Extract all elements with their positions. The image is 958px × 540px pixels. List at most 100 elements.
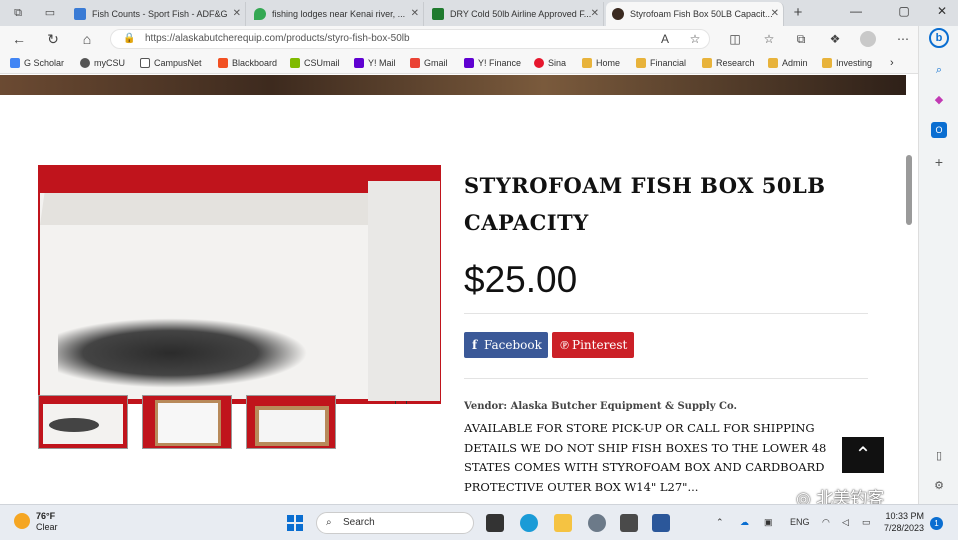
fav-ymail[interactable]: Y! Mail [354,56,396,70]
add-sidebar-app-icon[interactable]: + [931,154,947,170]
start-button[interactable] [287,515,303,531]
fav-campusnet[interactable]: CampusNet [140,56,202,70]
fav-investing-folder[interactable]: Investing [822,56,872,70]
fav-label: Research [716,58,755,68]
split-screen-icon[interactable]: ◫ [726,30,744,48]
fav-mycsu[interactable]: myCSU [80,56,125,70]
vendor-text: Vendor: Alaska Butcher Equipment & Suppl… [464,401,737,412]
workspaces-icon[interactable]: ⧉ [10,5,26,21]
settings-gear-icon[interactable]: ⚙ [931,478,947,494]
ses-app-icon[interactable] [620,514,638,532]
tab-dry-cold[interactable]: DRY Cold 50lb Airline Approved F... ✕ [426,2,604,26]
fav-label: Investing [836,58,873,68]
fav-label: Home [596,58,621,68]
battery-icon[interactable]: ▭ [862,517,871,528]
settings-app-icon[interactable] [588,514,606,532]
fav-label: CSUmail [304,58,340,68]
fav-g-scholar[interactable]: G Scholar [10,56,64,70]
taskbar-search[interactable]: ⌕ Search [316,512,474,534]
system-clock[interactable]: 10:33 PM 7/28/2023 [884,510,924,534]
product-page: STYROFOAM FISH BOX 50LB CAPACITY $25.00 … [0,75,918,504]
pinterest-icon: ℗ [560,338,569,352]
read-aloud-icon[interactable]: A [656,30,674,48]
search-icon: ⌕ [326,517,332,528]
extensions-icon[interactable]: ❖ [826,30,844,48]
fav-blackboard[interactable]: Blackboard [218,56,277,70]
salmon-print [58,318,308,388]
search-icon[interactable]: ⌕ [931,62,947,78]
product-main-image[interactable] [38,165,441,404]
product-price: $25.00 [464,259,578,300]
pinterest-label: Pinterest [572,338,628,352]
notification-badge[interactable]: 1 [930,517,943,530]
outlook-icon[interactable]: O [931,122,947,138]
fav-label: CampusNet [154,58,202,68]
tab-actions-icon[interactable]: ▭ [42,5,58,21]
shopping-icon[interactable]: ◆ [931,92,947,108]
header-banner-image [0,75,906,95]
fav-home-folder[interactable]: Home [582,56,620,70]
tab-styrofoam-box[interactable]: Styrofoam Fish Box 50LB Capacit... ✕ [606,2,784,26]
word-icon[interactable] [652,514,670,532]
language-indicator[interactable]: ENG [790,517,810,527]
thumbnail-2[interactable] [142,395,232,449]
edge-icon[interactable] [520,514,538,532]
fav-label: G Scholar [24,58,65,68]
favorites-icon[interactable]: ☆ [760,30,778,48]
weather-temp: 76°F [36,511,56,521]
page-scrollbar[interactable] [906,155,912,225]
profile-avatar[interactable] [860,31,876,47]
fav-financial-folder[interactable]: Financial [636,56,686,70]
url-text: https://alaskabutcherequip.com/products/… [145,33,410,44]
tray-app-icon[interactable]: ▣ [764,517,773,528]
thumbnail-3[interactable] [246,395,336,449]
minimize-icon[interactable]: — [848,4,864,18]
close-tab-icon[interactable]: ✕ [591,2,599,26]
tab-fish-counts[interactable]: Fish Counts - Sport Fish - ADF&G ✕ [68,2,246,26]
tray-overflow-icon[interactable]: ⌃ [716,517,724,528]
fav-yfinance[interactable]: Y! Finance [464,56,521,70]
favorites-overflow-icon[interactable]: › [890,56,894,70]
back-icon[interactable]: ← [10,30,28,48]
tab-strip: ⧉ ▭ Fish Counts - Sport Fish - ADF&G ✕ f… [0,0,958,26]
favorite-star-icon[interactable]: ☆ [686,30,704,48]
fav-admin-folder[interactable]: Admin [768,56,808,70]
facebook-share-button[interactable]: f Facebook [464,332,548,358]
refresh-icon[interactable]: ↻ [44,30,62,48]
onedrive-icon[interactable]: ☁ [740,517,749,528]
thumbnail-1[interactable] [38,395,128,449]
back-to-top-button[interactable]: ⌃ [842,437,884,473]
close-window-icon[interactable]: ✕ [934,4,950,18]
tab-title: DRY Cold 50lb Airline Approved F... [450,9,592,19]
collections-icon[interactable]: ⧉ [792,30,810,48]
wifi-icon[interactable]: ◠ [822,517,830,528]
new-tab-button[interactable]: + [790,5,806,21]
address-bar[interactable]: 🔒 https://alaskabutcherequip.com/product… [110,29,710,49]
fav-label: Sina [548,58,567,68]
favorites-bar: G Scholar myCSU CampusNet Blackboard CSU… [0,52,918,74]
close-tab-icon[interactable]: ✕ [233,2,241,26]
volume-icon[interactable]: ◁ [842,517,849,528]
lock-icon[interactable]: 🔒 [123,30,135,48]
pinterest-share-button[interactable]: ℗ Pinterest [552,332,634,358]
fav-label: Gmail [424,58,448,68]
clock-date: 7/28/2023 [884,523,925,533]
fav-csumail[interactable]: CSUmail [290,56,340,70]
more-menu-icon[interactable]: ⋯ [894,30,912,48]
fav-research-folder[interactable]: Research [702,56,755,70]
weather-widget[interactable]: 76°F Clear [14,511,58,533]
close-tab-icon[interactable]: ✕ [771,2,779,26]
bing-chat-icon[interactable]: b [929,28,949,48]
sidebar-toggle-icon[interactable]: ▯ [931,448,947,464]
tab-fishing-lodges[interactable]: fishing lodges near Kenai river, ... ✕ [248,2,424,26]
file-explorer-icon[interactable] [554,514,572,532]
home-icon[interactable]: ⌂ [78,30,96,48]
fav-sina[interactable]: Sina [534,56,566,70]
fav-gmail[interactable]: Gmail [410,56,448,70]
box-lid [40,193,390,225]
fav-label: Y! Finance [478,58,522,68]
task-view-icon[interactable] [486,514,504,532]
fav-label: Y! Mail [368,58,396,68]
maximize-icon[interactable]: ▢ [896,4,912,18]
close-tab-icon[interactable]: ✕ [411,2,419,26]
